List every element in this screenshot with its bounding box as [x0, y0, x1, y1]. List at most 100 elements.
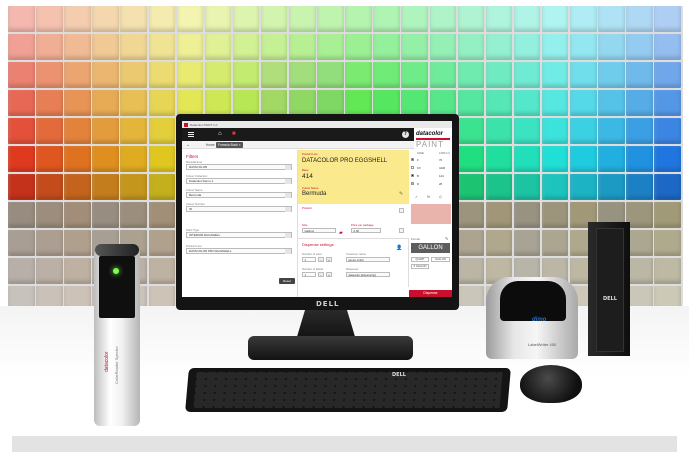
increment-labels-button[interactable]: +: [326, 272, 332, 277]
paint-chip: [8, 62, 35, 88]
spectro-model: ColorReader Spectro: [114, 346, 119, 384]
paint-chip: [457, 90, 485, 116]
user-icon[interactable]: 👤: [396, 245, 402, 251]
colour-name-label: Colour Name: [302, 186, 319, 190]
colour-name-select[interactable]: Bermuda: [186, 192, 292, 198]
paint-chip: [541, 6, 569, 32]
check-icon[interactable]: ✓: [415, 195, 418, 199]
number-of-cans-input[interactable]: 1: [302, 257, 316, 262]
logo-brand: datacolor: [416, 131, 444, 137]
home-icon[interactable]: ⌂: [218, 131, 222, 138]
paint-chip: [204, 90, 232, 116]
filter-colour-number: Colour Number ID: [186, 202, 292, 212]
help-icon[interactable]: ?: [402, 131, 409, 138]
paint-chip: [8, 146, 35, 172]
paint-chip: [513, 146, 541, 172]
filter-manufacturer: Manufacturer DATACOLOR: [186, 160, 292, 170]
colorant-swatch: [411, 174, 414, 177]
paint-chip: [64, 174, 91, 200]
paint-chip: [64, 34, 91, 60]
formula-book-icon[interactable]: ■: [232, 131, 236, 138]
paint-chip: [541, 34, 569, 60]
dispense-button[interactable]: Dispense: [409, 290, 452, 297]
product-checkbox[interactable]: [399, 208, 404, 213]
paint-chip: [654, 62, 681, 88]
paint-type-select[interactable]: INTERIOR EGGSHELL: [186, 232, 292, 238]
colorant-name: B: [417, 173, 419, 178]
paint-chip: [260, 34, 288, 60]
paint-chip: [485, 146, 513, 172]
chevron-down-icon[interactable]: ⌄: [186, 141, 190, 149]
decrement-cans-button[interactable]: −: [318, 257, 324, 262]
colour-collection-select[interactable]: Datacolor Demo 1: [186, 178, 292, 184]
paint-chip: [485, 6, 513, 32]
paint-chip: [541, 118, 569, 144]
breadcrumb-home[interactable]: Home: [206, 143, 215, 147]
product-menu-icon[interactable]: [399, 228, 404, 233]
paint-chip: [513, 202, 541, 228]
paint-chip: [570, 146, 597, 172]
paint-chip: [598, 34, 625, 60]
paint-chip: [626, 118, 653, 144]
paint-chip: [120, 202, 147, 228]
base-value: 414: [302, 173, 313, 180]
paint-chip: [148, 174, 176, 200]
label-printer-lid: [500, 281, 566, 321]
paint-chip: [373, 90, 400, 116]
formula-row: D 28: [411, 181, 452, 188]
paint-chip: [598, 146, 625, 172]
paint-chip: [64, 90, 91, 116]
paint-chip: [457, 146, 485, 172]
paint-chip: [654, 90, 681, 116]
paint-chip: [598, 62, 625, 88]
paint-chip: [64, 202, 91, 228]
paint-chip: [654, 146, 681, 172]
paint-chip: [513, 174, 541, 200]
manufacturer-select[interactable]: DATACOLOR: [186, 164, 292, 170]
increment-cans-button[interactable]: +: [326, 257, 332, 262]
print-icon[interactable]: ⎙: [439, 195, 442, 199]
price-input[interactable]: 0.00: [351, 228, 381, 233]
number-of-labels-input[interactable]: 1: [302, 272, 316, 277]
edit-format-icon[interactable]: ✎: [445, 236, 448, 241]
percent-icon[interactable]: %: [427, 195, 430, 199]
paint-chip: [64, 6, 91, 32]
colour-number-select[interactable]: ID: [186, 206, 292, 212]
paint-chip: [654, 258, 681, 284]
paint-chip: [401, 62, 428, 88]
reset-button[interactable]: Reset: [279, 278, 295, 284]
logo-product: PAINT: [416, 140, 444, 149]
decrement-labels-button[interactable]: −: [318, 272, 324, 277]
paint-chip: [260, 62, 288, 88]
paint-chip: [148, 230, 176, 256]
paint-chip: [598, 6, 625, 32]
customer-name-input[interactable]: james smith: [346, 257, 390, 262]
edit-icon[interactable]: ✎: [399, 191, 403, 197]
close-icon[interactable]: ×: [239, 143, 241, 147]
number-of-cans-label: Number of cans: [302, 252, 322, 256]
menu-icon[interactable]: [188, 132, 194, 137]
paint-chip: [92, 202, 119, 228]
format-option-5-gallon[interactable]: 5 GALLON: [411, 264, 429, 269]
paint-chip: [8, 90, 35, 116]
paint-chip: [120, 174, 147, 200]
format-option-gallon[interactable]: GALLON: [431, 257, 450, 262]
base-label: Base: [302, 168, 309, 172]
tab-formula-book[interactable]: Formula Book ×: [216, 142, 243, 148]
dispenser-select[interactable]: datacolor [dispensing]: [346, 272, 390, 277]
paint-chip: [598, 174, 625, 200]
paint-chip: [654, 230, 681, 256]
filter-colour-name: Colour Name Bermuda: [186, 188, 292, 198]
colorant-name: KX: [417, 165, 421, 170]
product-line-select[interactable]: DATACOLOR PRO EGGSHELL: [186, 248, 292, 254]
paint-chip: [401, 6, 428, 32]
paint-chip: [626, 202, 653, 228]
size-select[interactable]: Gallons: [302, 228, 336, 233]
paint-chip: [260, 6, 288, 32]
format-option-quart[interactable]: QUART: [411, 257, 429, 262]
paint-chip: [570, 62, 597, 88]
pc-brand: DELL: [603, 296, 617, 302]
paint-chip: [64, 146, 91, 172]
product-size-panel: Product Size Gallons ▰ Price per package…: [298, 204, 409, 239]
window-title: Datacolor PAINT 1.0: [190, 122, 218, 127]
